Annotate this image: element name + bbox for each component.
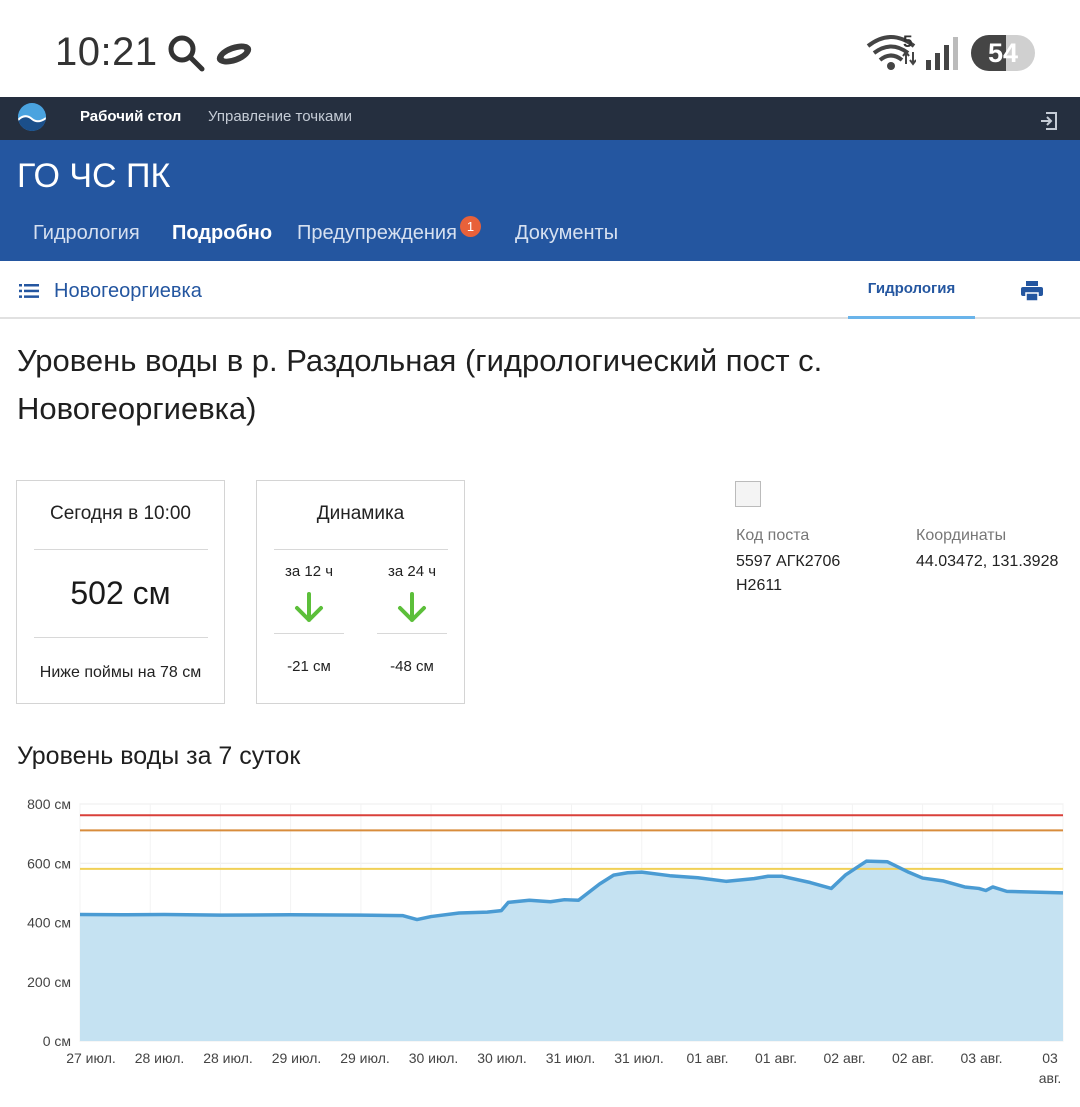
coordinates-label: Координаты xyxy=(916,527,1007,544)
x-tick-label: 03 авг. xyxy=(961,1050,1003,1066)
today-card: Сегодня в 10:00 502 см Ниже поймы на 78 … xyxy=(16,480,225,704)
tab-warnings[interactable]: Предупреждения xyxy=(297,222,457,245)
divider xyxy=(274,633,344,634)
change-24h-value: -48 см xyxy=(390,658,434,675)
water-level-value: 502 см xyxy=(70,575,171,611)
print-icon[interactable] xyxy=(1021,281,1043,301)
divider xyxy=(34,637,208,638)
x-tick-label: 29 июл. xyxy=(272,1050,322,1066)
location-name[interactable]: Новогеоргиевка xyxy=(54,280,202,303)
change-12h-value: -21 см xyxy=(287,658,331,675)
signal-icon xyxy=(926,37,958,70)
logout-icon[interactable] xyxy=(1038,110,1060,132)
dynamics-card-title: Динамика xyxy=(316,503,405,524)
x-tick-label: 31 июл. xyxy=(614,1050,664,1066)
x-tick-label: 31 июл. xyxy=(546,1050,596,1066)
y-tick-label: 600 см xyxy=(27,855,71,871)
post-code-value: 5597 АГК2706 Н2611 xyxy=(736,550,840,598)
x-tick-label: 30 июл. xyxy=(409,1050,459,1066)
x-tick-label: авг. xyxy=(1039,1070,1062,1086)
post-image xyxy=(735,481,761,507)
arrow-down-icon xyxy=(398,592,426,622)
clock: 10:21 xyxy=(55,30,158,74)
list-icon[interactable] xyxy=(19,283,39,299)
dynamics-card: Динамика за 12 ч за 24 ч -21 см -48 см xyxy=(256,480,465,704)
x-tick-label: 03 xyxy=(1042,1050,1058,1066)
page-title: Уровень воды в р. Раздольная (гидрологич… xyxy=(17,343,823,426)
period-24h-label: за 24 ч xyxy=(387,563,437,580)
location-bar: Новогеоргиевка Гидрология xyxy=(0,261,1080,319)
warnings-badge: 1 xyxy=(460,216,481,237)
y-tick-label: 0 см xyxy=(43,1033,71,1049)
period-12h-label: за 12 ч xyxy=(284,563,334,580)
post-code-label: Код поста xyxy=(736,527,810,544)
nav-desktop[interactable]: Рабочий стол xyxy=(80,108,181,125)
floodplain-note: Ниже поймы на 78 см xyxy=(39,664,202,681)
divider xyxy=(377,633,447,634)
tab-location-hydrology[interactable]: Гидрология xyxy=(848,261,975,319)
divider xyxy=(274,549,448,550)
app-header: ГО ЧС ПК Гидрология Подробно Предупрежде… xyxy=(0,140,1080,261)
water-level-chart: 0 см 200 см 400 см 600 см 800 см 27 июл. 28 ию… xyxy=(27,796,1064,1086)
today-card-title: Сегодня в 10:00 xyxy=(49,503,191,524)
post-code-line: Н2611 xyxy=(736,577,782,594)
search-icon xyxy=(168,35,205,72)
app-logo[interactable] xyxy=(18,103,46,131)
y-tick-label: 400 см xyxy=(27,915,71,931)
x-tick-label: 01 авг. xyxy=(687,1050,729,1066)
x-tick-label: 02 авг. xyxy=(892,1050,934,1066)
battery-level: 54 xyxy=(987,38,1019,68)
post-code-line: 5597 АГК2706 xyxy=(736,553,841,570)
x-tick-label: 02 авг. xyxy=(824,1050,866,1066)
nav-manage-points[interactable]: Управление точками xyxy=(208,108,352,125)
x-tick-label: 29 июл. xyxy=(340,1050,390,1066)
logo-icon xyxy=(18,103,46,131)
arrow-down-icon xyxy=(295,592,323,622)
y-tick-label: 800 см xyxy=(27,796,71,812)
chart-title: Уровень воды за 7 суток xyxy=(17,742,301,770)
x-tick-label: 28 июл. xyxy=(135,1050,185,1066)
battery-indicator: 54 xyxy=(971,35,1035,71)
y-tick-label: 200 см xyxy=(27,974,71,990)
assistant-icon xyxy=(216,43,252,65)
coordinates-value: 44.03472, 131.3928 xyxy=(916,553,1059,570)
wifi-badge: 5 xyxy=(903,32,913,51)
tab-hydrology[interactable]: Гидрология xyxy=(33,222,140,245)
x-tick-label: 30 июл. xyxy=(477,1050,527,1066)
status-bar: 10:21 5 54 xyxy=(0,0,1080,97)
top-nav: Рабочий стол Управление точками xyxy=(0,97,1080,140)
x-tick-label: 01 авг. xyxy=(755,1050,797,1066)
divider xyxy=(34,549,208,550)
x-tick-label: 28 июл. xyxy=(203,1050,253,1066)
app-title: ГО ЧС ПК xyxy=(17,157,171,195)
tab-details[interactable]: Подробно xyxy=(172,222,272,245)
tab-documents[interactable]: Документы xyxy=(515,222,618,245)
x-tick-label: 27 июл. xyxy=(66,1050,116,1066)
